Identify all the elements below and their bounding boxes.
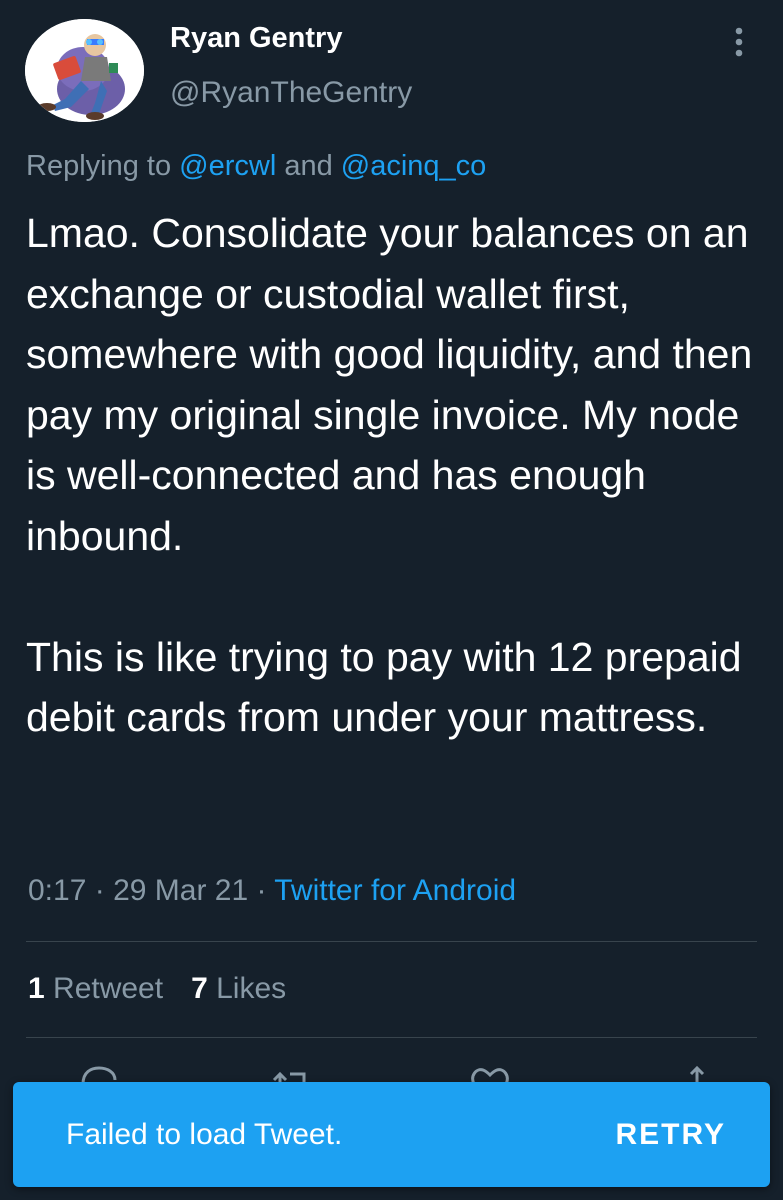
tweet-time: 0:17 [28, 874, 87, 907]
meta-separator: · [248, 874, 275, 907]
meta-separator: · [86, 874, 114, 907]
retry-button[interactable]: RETRY [615, 1118, 726, 1152]
author-handle: @RyanTheGentry [170, 76, 413, 109]
likes-label: Likes [207, 972, 287, 1005]
tweet-detail-screen: Ryan Gentry @RyanTheGentry Replying to @… [0, 0, 783, 1200]
likes-count: 7 [191, 972, 208, 1005]
avatar[interactable] [25, 19, 144, 122]
tweet-paragraph: Lmao. Consolidate your balances on an ex… [26, 210, 753, 559]
retweets-stat[interactable]: 1 Retweet [28, 972, 163, 1005]
more-options-button[interactable] [722, 22, 756, 62]
replying-to-line: Replying to @ercwl and @acinq_co [26, 150, 486, 183]
tweet-paragraph: This is like trying to pay with 12 prepa… [26, 633, 742, 741]
mention-acinq-co[interactable]: @acinq_co [341, 150, 487, 182]
author-display-name[interactable]: Ryan Gentry [170, 22, 342, 55]
retweets-label: Retweet [44, 972, 164, 1005]
tweet-stats: 1 Retweet 7 Likes [28, 972, 314, 1006]
tweet-text: Lmao. Consolidate your balances on an ex… [26, 203, 766, 748]
retweets-count: 1 [28, 972, 45, 1005]
more-vertical-icon [735, 27, 743, 57]
toast-message: Failed to load Tweet. [66, 1118, 343, 1151]
tweet-source-link[interactable]: Twitter for Android [274, 874, 516, 907]
replying-to-joiner: and [276, 150, 341, 182]
divider [26, 941, 757, 942]
tweet-meta: 0:17 · 29 Mar 21 · Twitter for Android [28, 874, 516, 908]
error-toast: Failed to load Tweet. RETRY [13, 1082, 770, 1187]
tweet-header: Ryan Gentry @RyanTheGentry [0, 0, 783, 140]
mention-ercwl[interactable]: @ercwl [179, 150, 276, 182]
replying-to-prefix: Replying to [26, 150, 180, 182]
likes-stat[interactable]: 7 Likes [191, 972, 286, 1005]
tweet-date: 29 Mar 21 [113, 874, 249, 907]
divider [26, 1037, 757, 1038]
avatar-illustration-icon [25, 19, 144, 122]
